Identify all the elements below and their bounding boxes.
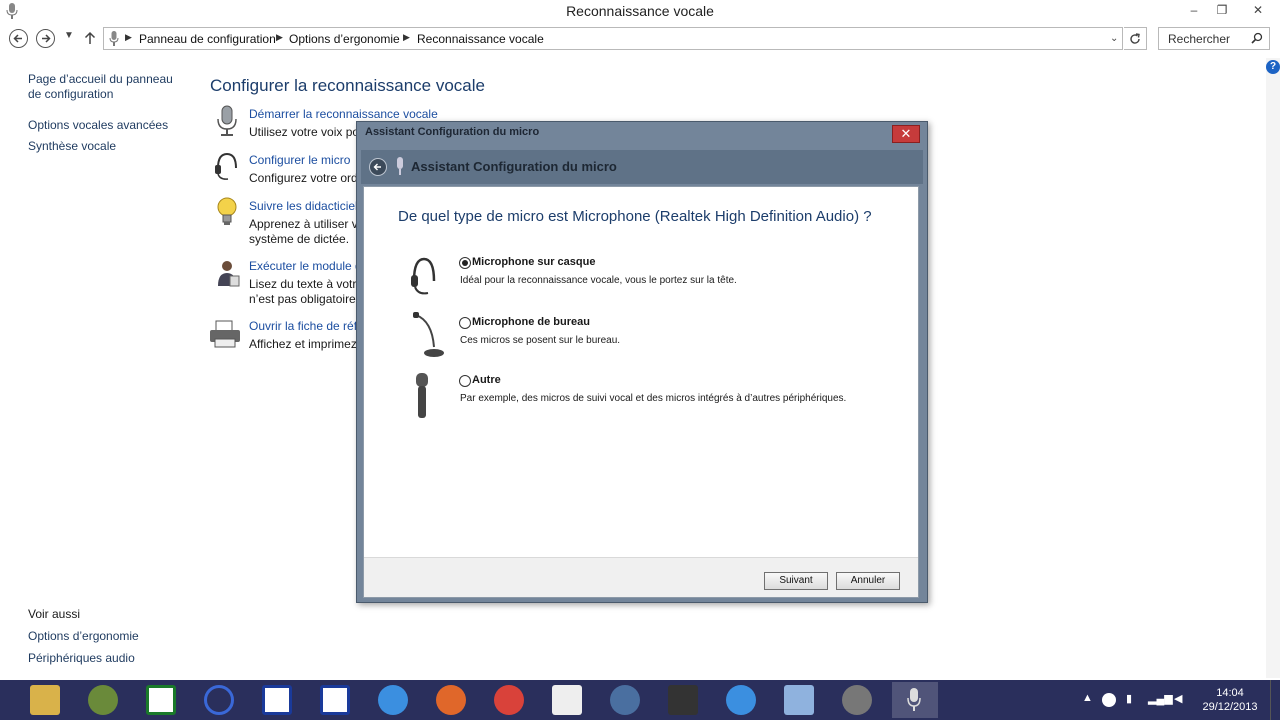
lightbulb-icon bbox=[217, 197, 237, 225]
page-title: Configurer la reconnaissance vocale bbox=[210, 76, 485, 95]
volume-icon[interactable]: ◀ bbox=[1174, 692, 1182, 705]
dialog-title: Assistant Configuration du micro bbox=[365, 126, 540, 138]
app-blue-c-icon[interactable] bbox=[262, 685, 292, 715]
chevron-down-icon[interactable]: ⌄ bbox=[1110, 33, 1118, 44]
start-speech-recognition-link[interactable]: Démarrer la reconnaissance vocale bbox=[249, 107, 438, 121]
breadcrumb-ease-of-access[interactable]: Options d’ergonomie bbox=[289, 32, 400, 46]
next-button[interactable]: Suivant bbox=[764, 572, 828, 590]
ease-of-access-link[interactable]: Options d’ergonomie bbox=[28, 629, 139, 643]
title-bar: Reconnaissance vocale – ❐ ✕ bbox=[0, 0, 1280, 22]
app-blue-c2-icon[interactable] bbox=[320, 685, 350, 715]
audio-devices-link[interactable]: Périphériques audio bbox=[28, 651, 135, 665]
text-to-speech-link[interactable]: Synthèse vocale bbox=[28, 139, 116, 154]
printer-icon bbox=[210, 320, 240, 348]
show-desktop-button[interactable] bbox=[1270, 680, 1280, 720]
network-app-icon[interactable] bbox=[610, 685, 640, 715]
navigation-bar: ▼ ▶ Panneau de configuration ▶ Options d… bbox=[0, 24, 1280, 54]
microphone-icon bbox=[217, 105, 237, 136]
app-blue-swirl-icon[interactable] bbox=[204, 685, 234, 715]
arrow-left-icon bbox=[13, 34, 22, 43]
handheld-mic-icon bbox=[416, 373, 428, 418]
vertical-scrollbar[interactable] bbox=[1266, 58, 1280, 678]
chrome-icon[interactable] bbox=[494, 685, 524, 715]
desk-mic-icon bbox=[413, 312, 444, 357]
app-green-icon[interactable] bbox=[146, 685, 176, 715]
firefox-icon[interactable] bbox=[436, 685, 466, 715]
address-bar[interactable]: ▶ Panneau de configuration ▶ Options d’e… bbox=[103, 27, 1123, 50]
configure-microphone-link[interactable]: Configurer le micro bbox=[249, 153, 350, 167]
headset-icon bbox=[215, 152, 237, 180]
breadcrumb-separator: ▶ bbox=[276, 32, 283, 42]
tray-app-icon[interactable] bbox=[1102, 693, 1116, 707]
dialog-back-button[interactable] bbox=[369, 158, 387, 176]
dark-app-icon[interactable] bbox=[668, 685, 698, 715]
control-panel-icon[interactable] bbox=[784, 685, 814, 715]
clock-time: 14:04 bbox=[1216, 687, 1244, 699]
other-mic-radio[interactable] bbox=[459, 375, 471, 387]
document-app-icon[interactable] bbox=[552, 685, 582, 715]
cancel-button[interactable]: Annuler bbox=[836, 572, 900, 590]
search-box[interactable]: Rechercher bbox=[1158, 27, 1270, 50]
speech-recognition-taskbar-icon bbox=[907, 688, 921, 711]
system-clock[interactable]: 14:04 29/12/2013 bbox=[1200, 686, 1260, 714]
headset-mic-description: Idéal pour la reconnaissance vocale, vou… bbox=[460, 275, 737, 286]
maximize-button[interactable]: ❐ bbox=[1211, 2, 1233, 18]
show-hidden-icons[interactable]: ▲ bbox=[1082, 692, 1093, 704]
desk-mic-description: Ces micros se posent sur le bureau. bbox=[460, 335, 621, 346]
arrow-left-icon bbox=[373, 163, 381, 171]
advanced-speech-options-link[interactable]: Options vocales avancées bbox=[28, 118, 168, 133]
microphone-small-icon bbox=[109, 31, 119, 46]
clock-date: 29/12/2013 bbox=[1202, 701, 1258, 713]
search-placeholder: Rechercher bbox=[1168, 32, 1231, 46]
refresh-icon bbox=[1130, 33, 1140, 44]
search-icon[interactable] bbox=[1251, 32, 1263, 44]
microphone-type-question: De quel type de micro est Microphone (Re… bbox=[398, 208, 872, 225]
gray-app-icon[interactable] bbox=[842, 685, 872, 715]
back-button[interactable] bbox=[9, 29, 28, 48]
file-explorer-icon[interactable] bbox=[30, 685, 60, 715]
help-icon[interactable]: ? bbox=[1266, 60, 1280, 74]
microphone-icon bbox=[397, 157, 403, 175]
dialog-footer: Suivant Annuler bbox=[364, 557, 918, 597]
other-mic-description: Par exemple, des micros de suivi vocal e… bbox=[460, 393, 847, 404]
arrow-right-icon bbox=[42, 34, 51, 43]
dialog-close-button[interactable]: ✕ bbox=[892, 125, 920, 143]
other-mic-label[interactable]: Autre bbox=[472, 374, 501, 386]
breadcrumb-speech-recognition[interactable]: Reconnaissance vocale bbox=[417, 32, 544, 46]
breadcrumb-separator: ▶ bbox=[125, 32, 132, 42]
dialog-header: Assistant Configuration du micro bbox=[361, 150, 923, 184]
network-signal-icon[interactable]: ▂▄▆ bbox=[1148, 692, 1173, 705]
headset-mic-icon bbox=[411, 257, 436, 295]
control-panel-home-link[interactable]: Page d’accueil du panneau de configurati… bbox=[28, 72, 188, 102]
recent-dropdown-icon[interactable]: ▼ bbox=[64, 30, 74, 41]
internet-explorer-icon[interactable] bbox=[378, 685, 408, 715]
headset-mic-radio[interactable] bbox=[459, 257, 471, 269]
desk-mic-radio[interactable] bbox=[459, 317, 471, 329]
app-pear-icon[interactable] bbox=[88, 685, 118, 715]
up-arrow-icon[interactable] bbox=[84, 31, 96, 45]
taskbar: ▲ ▮ ▂▄▆ ◀ 14:04 29/12/2013 bbox=[0, 680, 1280, 720]
person-icon bbox=[218, 261, 240, 287]
microphone-setup-dialog: Assistant Configuration du micro ✕ Assis… bbox=[356, 121, 928, 603]
breadcrumb-control-panel[interactable]: Panneau de configuration bbox=[139, 32, 276, 46]
close-button[interactable]: ✕ bbox=[1245, 2, 1271, 18]
dialog-body: De quel type de micro est Microphone (Re… bbox=[363, 186, 919, 598]
breadcrumb-separator: ▶ bbox=[403, 32, 410, 42]
refresh-button[interactable] bbox=[1124, 27, 1147, 50]
power-icon[interactable]: ▮ bbox=[1126, 692, 1132, 705]
internet-explorer-2-icon[interactable] bbox=[726, 685, 756, 715]
desk-mic-label[interactable]: Microphone de bureau bbox=[472, 316, 590, 328]
headset-mic-label[interactable]: Microphone sur casque bbox=[472, 256, 595, 268]
see-also-heading: Voir aussi bbox=[28, 607, 81, 621]
minimize-button[interactable]: – bbox=[1183, 2, 1205, 18]
window-title: Reconnaissance vocale bbox=[566, 3, 714, 19]
dialog-header-title: Assistant Configuration du micro bbox=[411, 159, 617, 174]
forward-button[interactable] bbox=[36, 29, 55, 48]
